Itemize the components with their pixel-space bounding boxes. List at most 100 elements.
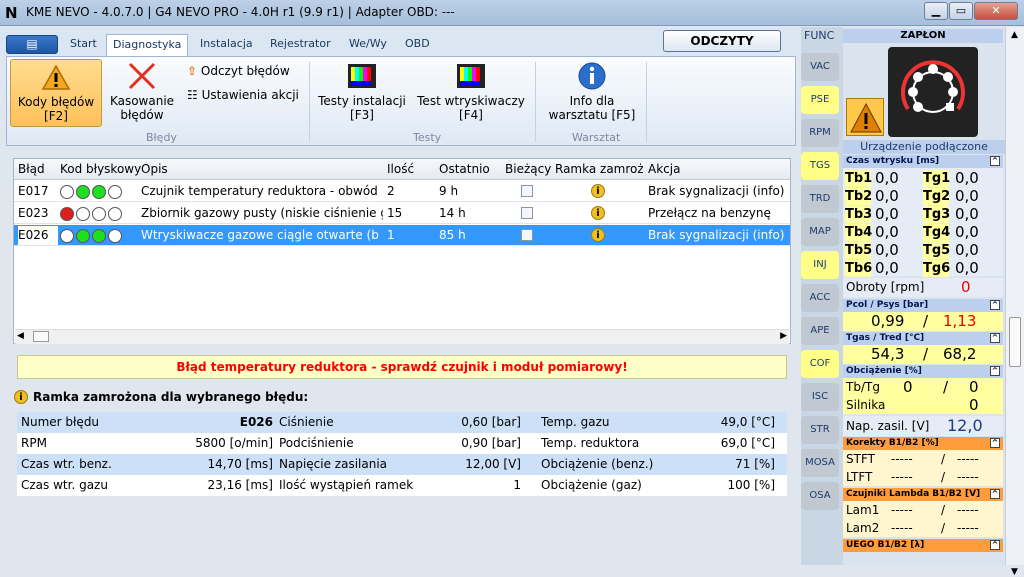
frozen-frame-title: Ramka zamrożona dla wybranego błędu: [33, 390, 309, 404]
scroll-thumb[interactable] [1009, 317, 1021, 367]
scroll-left-icon[interactable]: ◀ [17, 331, 24, 341]
func-trd-button[interactable]: TRD [801, 185, 839, 213]
collapse-icon[interactable]: ^ [990, 333, 1000, 343]
func-str-button[interactable]: STR [801, 416, 839, 444]
tab-instalacja[interactable]: Instalacja [194, 34, 259, 56]
collapse-icon[interactable]: ^ [990, 438, 1000, 448]
frame-value: 5800 [o/min] [195, 436, 273, 450]
tab-diagnostyka[interactable]: Diagnostyka [106, 34, 189, 56]
frame-value: 0,60 [bar] [461, 415, 521, 429]
close-button[interactable]: ✕ [974, 2, 1018, 20]
func-isc-button[interactable]: ISC [801, 383, 839, 411]
func-acc-button[interactable]: ACC [801, 284, 839, 312]
col-ramka[interactable]: Ramka zamroż [555, 162, 643, 176]
col-akcja[interactable]: Akcja [648, 162, 680, 176]
frame-label: Numer błędu [21, 415, 100, 429]
info-icon[interactable]: i [591, 206, 605, 220]
info-icon[interactable]: i [591, 184, 605, 198]
scroll-right-icon[interactable]: ▶ [780, 331, 787, 341]
frame-label: Temp. gazu [541, 415, 610, 429]
tab-start[interactable]: Start [64, 34, 103, 56]
tb-label: Tb5 [845, 242, 873, 259]
frame-label: Temp. reduktora [541, 436, 640, 450]
col-ostatnio[interactable]: Ostatnio [439, 162, 490, 176]
scroll-down-icon[interactable]: ▼ [1011, 567, 1018, 577]
tab-we-wy[interactable]: We/Wy [343, 34, 393, 56]
horizontal-scrollbar[interactable]: ◀ ▶ [15, 329, 789, 344]
current-checkbox[interactable] [521, 207, 533, 219]
testy-instalacji-button[interactable]: Testy instalacji [F3] [314, 59, 410, 127]
ignition-icon [901, 60, 965, 113]
tgas-label: Tgas / Tred [°C] [846, 333, 925, 343]
tb-value: 0,0 [875, 187, 899, 205]
lam1-label: Lam1 [846, 503, 880, 517]
cell-code: E017 [18, 184, 49, 198]
table-row[interactable]: E023 Zbiornik gazowy pusty (niskie ciśni… [14, 203, 790, 224]
func-tgs-button[interactable]: TGS [801, 152, 839, 180]
table-row[interactable]: E017 Czujnik temperatury reduktora - obw… [14, 181, 790, 202]
minimize-button[interactable]: ▁ [924, 2, 948, 20]
scroll-up-icon[interactable]: ▲ [1011, 30, 1018, 40]
delete-icon [128, 62, 156, 90]
func-rpm-button[interactable]: RPM [801, 119, 839, 147]
vertical-scrollbar[interactable]: ▲ ▼ [1005, 27, 1024, 577]
lam1-b2: ----- [957, 503, 979, 517]
frame-value: 12,00 [V] [465, 457, 521, 471]
col-ilosc[interactable]: Ilość [387, 162, 414, 176]
collapse-icon[interactable]: ^ [990, 540, 1000, 550]
func-mosa-button[interactable]: MOSA [801, 449, 839, 477]
tab-rejestrator[interactable]: Rejestrator [264, 34, 337, 56]
info-warsztat-button[interactable]: Info dla warsztatu [F5] [542, 59, 642, 127]
odczyt-bledow-button[interactable]: ⇧ Odczyt błędów [187, 64, 290, 78]
collapse-icon[interactable]: ^ [990, 489, 1000, 499]
scroll-thumb[interactable] [33, 331, 49, 342]
func-cof-button[interactable]: COF [801, 350, 839, 378]
col-opis[interactable]: Opis [141, 162, 168, 176]
kasowanie-bledow-button[interactable]: Kasowanie błędów [106, 59, 178, 127]
silnika-label: Silnika [846, 398, 886, 412]
tg-value: 0,0 [955, 205, 979, 223]
kody-bledow-button[interactable]: Kody błędów [F2] [10, 59, 102, 127]
tab-obd[interactable]: OBD [399, 34, 436, 56]
tb-value: 0,0 [875, 259, 899, 277]
info-icon[interactable]: i [591, 228, 605, 242]
current-checkbox[interactable] [521, 185, 533, 197]
maximize-button[interactable]: ▭ [949, 2, 973, 20]
cell-code: E023 [18, 206, 49, 220]
table-row-selected[interactable]: E026 Wtryskiwacze gazowe ciągle otwarte … [14, 225, 790, 246]
test-pattern-icon [348, 64, 376, 88]
pcol-header: Pcol / Psys [bar] ^ [843, 299, 1003, 312]
col-biezacy[interactable]: Bieżący [505, 162, 551, 176]
korekty-box: STFT ----- / ----- LTFT ----- / ----- [843, 450, 1003, 486]
tb-label: Tb4 [845, 224, 873, 241]
frame-value: 69,0 [°C] [720, 436, 775, 450]
func-ape-button[interactable]: APE [801, 317, 839, 345]
col-kod[interactable]: Kod błyskowy [60, 162, 141, 176]
test-wtryskiwaczy-button[interactable]: Test wtryskiwaczy [F4] [412, 59, 530, 127]
czas-wtrysku-header: Czas wtrysku [ms] ^ [843, 155, 1003, 168]
func-osa-button[interactable]: OSA [801, 482, 839, 510]
collapse-icon[interactable]: ^ [990, 156, 1000, 166]
odczyty-button[interactable]: ODCZYTY [663, 30, 781, 52]
tgas-value: 54,3 [871, 345, 905, 363]
info-icon [578, 62, 606, 90]
stft-b2: ----- [957, 452, 979, 466]
odczyt-label: Odczyt błędów [200, 64, 290, 78]
collapse-icon[interactable]: ^ [990, 366, 1000, 376]
func-inj-button[interactable]: INJ [801, 251, 839, 279]
current-checkbox[interactable] [521, 229, 533, 241]
tg-load: 0 [969, 378, 979, 396]
col-blad[interactable]: Błąd [18, 162, 45, 176]
app-menu-button[interactable]: ▤ [6, 35, 58, 54]
cell-desc: Czujnik temperatury reduktora - obwód [141, 184, 378, 198]
func-vac-button[interactable]: VAC [801, 53, 839, 81]
collapse-icon[interactable]: ^ [990, 300, 1000, 310]
tred-value: 68,2 [943, 345, 977, 363]
func-map-button[interactable]: MAP [801, 218, 839, 246]
tg-label: Tg2 [923, 188, 951, 205]
slash: / [941, 452, 946, 466]
obroty-value: 0 [961, 278, 971, 296]
func-pse-button[interactable]: PSE [801, 86, 839, 114]
tg-label: Tg4 [923, 224, 951, 241]
ustawienia-akcji-button[interactable]: ☷ Ustawienia akcji [187, 88, 299, 102]
